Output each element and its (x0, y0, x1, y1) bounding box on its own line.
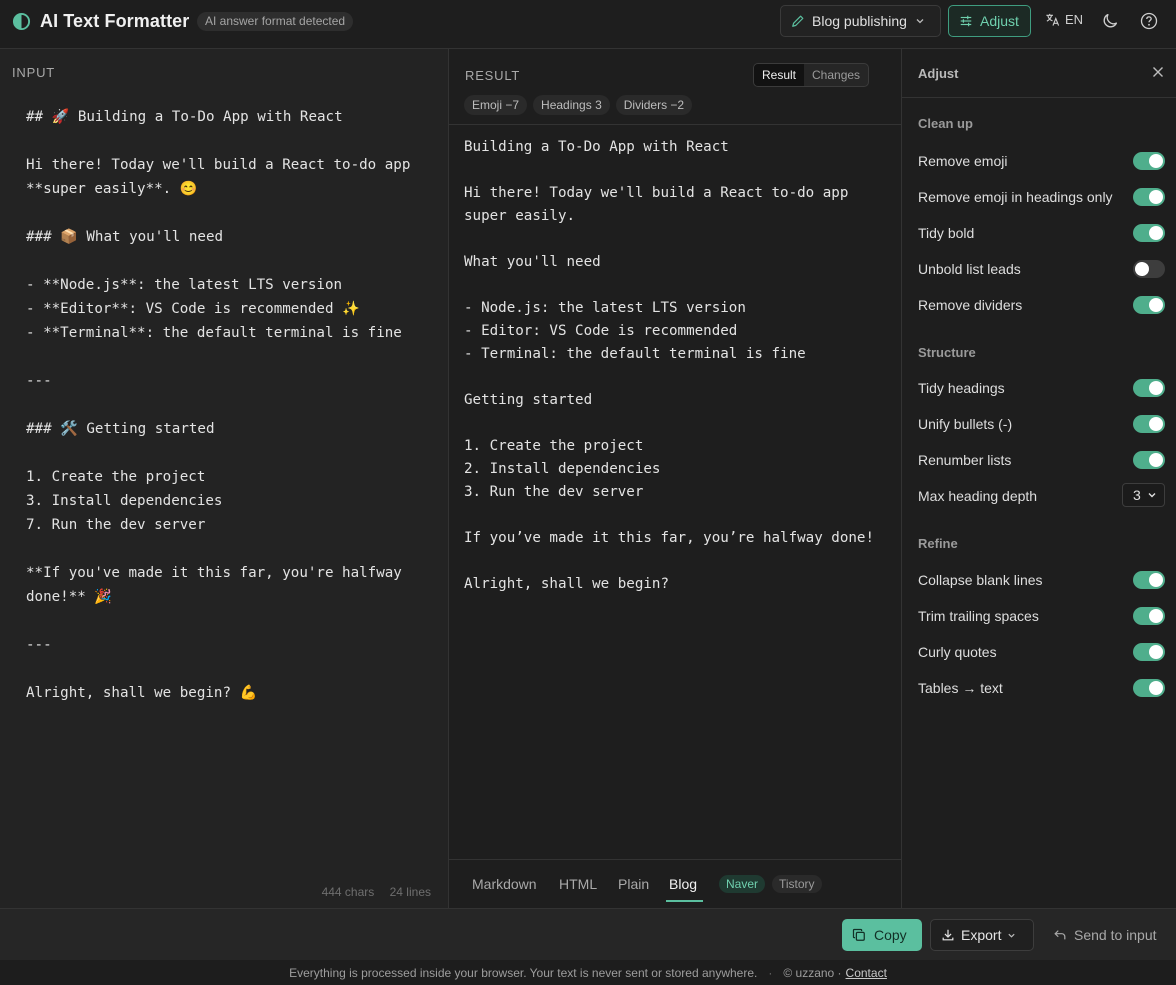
send-to-input-label: Send to input (1074, 927, 1157, 943)
toggle-collapse-blank-lines[interactable] (1133, 571, 1165, 589)
adjust-label: Adjust (980, 13, 1019, 29)
top-bar: AI Text Formatter AI answer format detec… (0, 0, 1176, 49)
preset-label: Blog publishing (812, 13, 907, 29)
group-label-refine: Refine (918, 536, 958, 551)
max-heading-depth-select[interactable]: 3 (1122, 483, 1165, 507)
toggle-tidy-headings[interactable] (1133, 379, 1165, 397)
sliders-icon (959, 14, 973, 28)
export-label: Export (961, 927, 1002, 943)
download-icon (941, 928, 955, 942)
action-bar: Copy Export Send to input (0, 908, 1176, 960)
result-pane: RESULT Result Changes Emoji −7 Headings … (449, 49, 901, 908)
result-output[interactable]: Building a To-Do App with React Hi there… (464, 136, 894, 596)
option-label-tables-to-text: Tables → text (918, 680, 1003, 696)
option-label-remove-emoji: Remove emoji (918, 153, 1008, 169)
subtab-naver[interactable]: Naver (719, 875, 766, 893)
active-tab-indicator (666, 900, 703, 902)
toggle-unify-bullets[interactable] (1133, 415, 1165, 433)
tab-plain[interactable]: Plain (618, 876, 649, 892)
footer: Everything is processed inside your brow… (0, 960, 1176, 985)
toggle-trim-trailing-spaces[interactable] (1133, 607, 1165, 625)
input-stats: 444 chars 24 lines (310, 885, 431, 899)
changes-view-button[interactable]: Changes (804, 64, 868, 86)
output-format-tabs: Markdown HTML Plain Blog Naver Tistory (449, 859, 901, 908)
toggle-renumber-lists[interactable] (1133, 451, 1165, 469)
copy-icon (852, 928, 866, 942)
footer-separator: · (768, 965, 773, 980)
input-pane: INPUT ## 🚀 Building a To-Do App with Rea… (0, 49, 448, 908)
adjust-panel-header: Adjust (902, 49, 1176, 98)
copy-button[interactable]: Copy (842, 919, 922, 951)
emoji-change-chip: Emoji −7 (464, 95, 528, 115)
tab-blog[interactable]: Blog (669, 876, 697, 892)
result-header-divider (449, 124, 901, 125)
option-label-renumber-lists: Renumber lists (918, 452, 1012, 468)
option-label-unify-bullets: Unify bullets (-) (918, 416, 1013, 432)
option-label-remove-emoji-headings: Remove emoji in headings only (918, 189, 1113, 205)
input-editor[interactable]: ## 🚀 Building a To-Do App with React Hi … (26, 105, 436, 705)
brand: AI Text Formatter (12, 11, 189, 32)
option-label-trim-trailing-spaces: Trim trailing spaces (918, 608, 1039, 624)
language-label: EN (1065, 12, 1084, 27)
group-label-clean-up: Clean up (918, 116, 973, 131)
chevron-down-icon (1007, 931, 1016, 940)
translate-icon (1045, 12, 1060, 27)
adjust-panel: Adjust Clean up Remove emoji Remove emoj… (902, 49, 1176, 908)
help-button[interactable] (1140, 12, 1158, 30)
help-icon (1140, 12, 1158, 30)
toggle-remove-emoji[interactable] (1133, 152, 1165, 170)
input-section-label: INPUT (12, 65, 55, 80)
option-label-collapse-blank-lines: Collapse blank lines (918, 572, 1043, 588)
chevron-down-icon (1147, 490, 1157, 500)
toggle-curly-quotes[interactable] (1133, 643, 1165, 661)
pencil-icon (791, 14, 805, 28)
dark-mode-toggle[interactable] (1102, 12, 1119, 29)
format-detected-badge: AI answer format detected (197, 12, 354, 31)
copy-label: Copy (874, 927, 907, 943)
line-count: 24 lines (389, 885, 431, 899)
result-view-toggle: Result Changes (753, 63, 870, 87)
max-heading-depth-value: 3 (1133, 487, 1141, 503)
contrast-logo-icon (12, 12, 31, 31)
dividers-change-chip: Dividers −2 (615, 95, 693, 115)
preset-dropdown[interactable]: Blog publishing (780, 5, 941, 37)
export-dropdown[interactable]: Export (930, 919, 1034, 951)
toggle-tables-to-text[interactable] (1133, 679, 1165, 697)
option-label-unbold-list-leads: Unbold list leads (918, 261, 1021, 277)
toggle-remove-dividers[interactable] (1133, 296, 1165, 314)
return-arrow-icon (1053, 928, 1067, 942)
option-label-max-heading-depth: Max heading depth (918, 488, 1038, 504)
copyright: © uzzano · (783, 965, 842, 980)
language-switch[interactable]: EN (1045, 12, 1083, 27)
tab-html[interactable]: HTML (559, 876, 597, 892)
char-count: 444 chars (321, 885, 375, 899)
chevron-down-icon (915, 16, 925, 26)
result-view-button[interactable]: Result (754, 64, 805, 86)
toggle-remove-emoji-headings[interactable] (1133, 188, 1165, 206)
option-label-curly-quotes: Curly quotes (918, 644, 997, 660)
adjust-button[interactable]: Adjust (948, 5, 1031, 37)
option-label-tidy-headings: Tidy headings (918, 380, 1005, 396)
option-label-remove-dividers: Remove dividers (918, 297, 1023, 313)
headings-change-chip: Headings 3 (533, 95, 610, 115)
send-to-input-button[interactable]: Send to input (1043, 919, 1168, 951)
subtab-tistory[interactable]: Tistory (772, 875, 822, 893)
group-label-structure: Structure (918, 345, 976, 360)
close-icon[interactable] (1152, 66, 1164, 78)
privacy-notice: Everything is processed inside your brow… (289, 965, 758, 980)
toggle-tidy-bold[interactable] (1133, 224, 1165, 242)
adjust-panel-title: Adjust (918, 66, 959, 81)
contact-link[interactable]: Contact (846, 966, 887, 980)
toggle-unbold-list-leads[interactable] (1133, 260, 1165, 278)
result-section-label: RESULT (465, 68, 521, 83)
change-summary-chips: Emoji −7 Headings 3 Dividers −2 (464, 95, 698, 115)
option-label-tidy-bold: Tidy bold (918, 225, 975, 241)
moon-icon (1102, 12, 1119, 29)
app-title: AI Text Formatter (40, 11, 190, 31)
tab-markdown[interactable]: Markdown (472, 876, 537, 892)
